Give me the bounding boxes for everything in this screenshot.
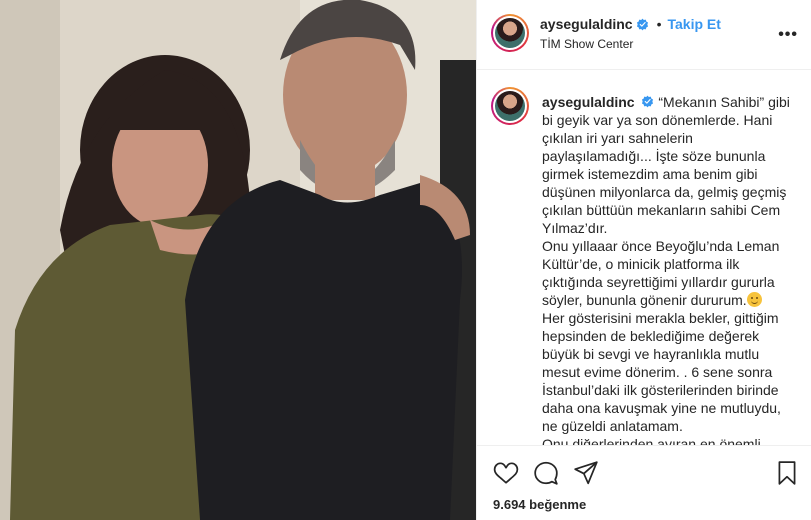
- caption-text: aysegulaldinc “Mekanın Sahibi” gibi bi g…: [542, 93, 797, 445]
- post-photo[interactable]: [0, 0, 476, 520]
- caption-paragraph-2: Onu yıllaaar önce Beyoğlu’nda Leman Kült…: [542, 238, 780, 308]
- photo-illustration: [0, 0, 476, 520]
- separator-dot: •: [656, 16, 662, 32]
- smile-emoji: [746, 292, 762, 307]
- caption-paragraph-4: Onu diğerlerinden ayıran en önemli: [542, 436, 761, 445]
- verified-icon: [636, 18, 648, 30]
- share-icon[interactable]: [573, 460, 599, 486]
- post-header: aysegulaldinc • Takip Et TİM Show Center…: [477, 0, 811, 70]
- caption-username[interactable]: aysegulaldinc: [542, 94, 635, 110]
- post-actions: 9.694 beğenme: [477, 445, 811, 520]
- caption-paragraph-3: Her gösterisini merakla bekler, gittiğim…: [542, 310, 781, 434]
- comment-icon[interactable]: [533, 460, 559, 486]
- verified-icon: [642, 95, 654, 108]
- header-username[interactable]: aysegulaldinc: [540, 16, 633, 32]
- location-link[interactable]: TİM Show Center: [540, 37, 633, 51]
- follow-button[interactable]: Takip Et: [668, 16, 721, 32]
- caption-avatar[interactable]: [491, 87, 529, 125]
- comments-section[interactable]: aysegulaldinc “Mekanın Sahibi” gibi bi g…: [477, 71, 811, 445]
- heart-icon[interactable]: [493, 460, 519, 486]
- more-options-icon[interactable]: •••: [778, 26, 798, 44]
- caption-paragraph-1: “Mekanın Sahibi” gibi bi geyik var ya so…: [542, 94, 790, 236]
- post-sidebar: aysegulaldinc • Takip Et TİM Show Center…: [476, 0, 811, 520]
- avatar[interactable]: [491, 14, 529, 52]
- bookmark-icon[interactable]: [774, 460, 800, 486]
- likes-count[interactable]: 9.694 beğenme: [493, 497, 586, 512]
